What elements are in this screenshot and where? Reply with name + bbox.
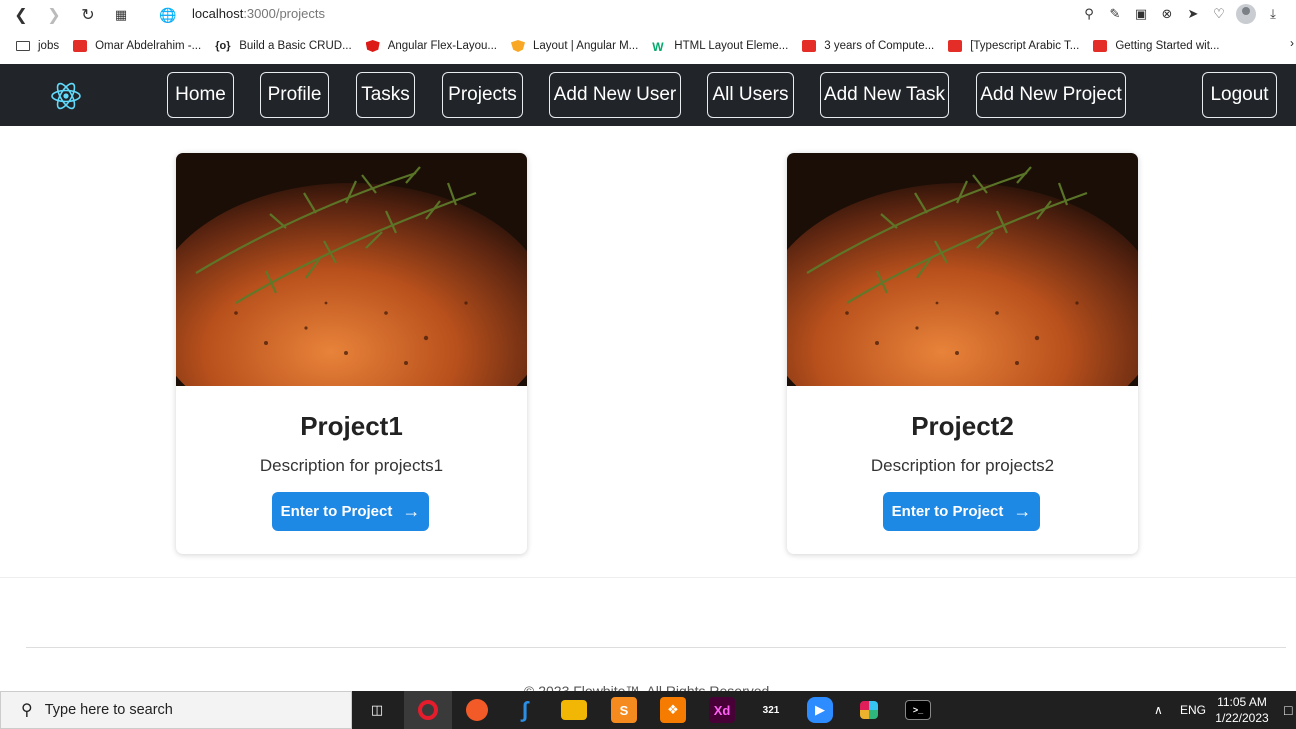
enter-project-label: Enter to Project [280,503,393,520]
clock-time: 11:05 AM [1217,695,1267,709]
arrow-right-icon: → [402,501,421,521]
bookmark-item[interactable]: Getting Started wit... [1093,40,1220,52]
bookmark-item[interactable]: [Typescript Arabic T... [948,40,1079,52]
code-icon: {o} [215,40,231,52]
bookmarks-bar: jobs Omar Abdelrahim -... {o} Build a Bas… [0,34,1296,58]
zoom-app-icon[interactable]: ▶ [807,697,833,723]
send-icon[interactable]: ➤ [1184,5,1202,23]
bookmark-label: [Typescript Arabic T... [970,40,1080,52]
xampp-icon[interactable]: ❖ [660,697,686,723]
logout-button[interactable]: Logout [1202,72,1277,118]
nav-projects-button[interactable]: Projects [442,72,523,118]
vscode-icon[interactable]: ∫ [512,697,538,723]
share-icon[interactable]: ✎ [1106,5,1124,23]
angular-icon [365,40,380,52]
project-title: Project2 [911,411,1014,441]
enter-project-button[interactable]: Enter to Project → [883,492,1040,531]
nav-add-new-project-button[interactable]: Add New Project [976,72,1126,118]
notification-icon[interactable]: □ [1284,691,1292,729]
bookmark-item[interactable]: Omar Abdelrahim -... [73,40,201,52]
heart-icon[interactable]: ♡ [1210,5,1228,23]
w3schools-icon: W [652,40,664,54]
profile-avatar[interactable] [1236,4,1256,24]
clock-date: 1/22/2023 [1215,711,1269,725]
youtube-icon [1093,40,1108,52]
calendar-app-icon[interactable]: 321 [758,697,784,723]
youtube-icon [73,40,88,52]
bookmark-item[interactable]: jobs [16,40,59,52]
youtube-icon [802,40,817,52]
bookmark-item[interactable]: W HTML Layout Eleme... [652,40,789,54]
download-icon[interactable]: ⤓ [1264,5,1282,23]
forward-icon[interactable]: ❯ [43,4,65,26]
tray-chevron-icon[interactable]: ∧ [1154,691,1163,729]
bookmark-label: Getting Started wit... [1115,40,1220,52]
bookmark-label: Build a Basic CRUD... [239,40,352,52]
project-description: Description for projects1 [259,456,444,475]
react-logo-icon[interactable] [50,80,82,112]
footer-divider [26,647,1286,648]
sublime-text-icon[interactable]: S [611,697,637,723]
adobe-xd-icon[interactable]: Xd [709,697,735,723]
bookmark-item[interactable]: 3 years of Compute... [802,40,934,52]
zoom-icon[interactable]: ⚲ [1080,5,1098,23]
bookmark-label: jobs [38,40,60,52]
nav-add-new-task-button[interactable]: Add New Task [820,72,949,118]
enter-project-button[interactable]: Enter to Project → [272,492,429,531]
project-image [176,153,527,386]
bookmark-item[interactable]: Layout | Angular M... [511,40,638,52]
project-card: Project1 Description for projects1 Enter… [176,153,527,554]
nav-tasks-button[interactable]: Tasks [356,72,415,118]
bookmark-label: Omar Abdelrahim -... [95,40,202,52]
nav-home-button[interactable]: Home [167,72,234,118]
globe-icon: 🌐 [159,6,177,23]
reload-icon[interactable]: ↻ [77,4,99,26]
paint-app-icon[interactable] [464,697,490,723]
bookmarks-more-icon[interactable]: › [1290,36,1294,50]
block-icon[interactable]: ⊗ [1158,5,1176,23]
bookmark-item[interactable]: {o} Build a Basic CRUD... [215,40,351,52]
youtube-icon [948,40,963,52]
task-view-icon[interactable]: ◫ [364,697,390,723]
project-title: Project1 [300,411,403,441]
address-bar[interactable]: localhost:3000/projects [192,6,325,21]
url-host: localhost [192,6,244,21]
slack-icon[interactable] [856,697,882,723]
terminal-icon[interactable]: >_ [905,700,931,720]
search-icon: ⚲ [21,702,33,719]
tabs-grid-icon[interactable]: ▦ [110,4,132,26]
shield-icon [511,40,525,52]
project-description: Description for projects2 [870,456,1055,475]
nav-all-users-button[interactable]: All Users [707,72,794,118]
bookmark-label: HTML Layout Eleme... [674,40,789,52]
bookmark-label: Layout | Angular M... [533,40,639,52]
nav-profile-button[interactable]: Profile [260,72,329,118]
taskbar-clock[interactable]: 11:05 AM 1/22/2023 [1212,694,1272,726]
arrow-right-icon: → [1013,501,1032,521]
bookmark-item[interactable]: Angular Flex-Layou... [365,40,497,52]
enter-project-label: Enter to Project [891,503,1004,520]
file-explorer-icon[interactable] [561,700,587,720]
browser-chrome: ❮ ❯ ↻ ▦ 🌐 localhost:3000/projects ⚲ ✎ ▣ … [0,0,1296,64]
project-image [787,153,1138,386]
nav-add-new-user-button[interactable]: Add New User [549,72,681,118]
bookmark-label: Angular Flex-Layou... [387,40,497,52]
search-placeholder: Type here to search [44,702,173,718]
language-indicator[interactable]: ENG [1180,691,1206,729]
project-card: Project2 Description for projects2 Enter… [787,153,1138,554]
back-icon[interactable]: ❮ [10,4,32,26]
section-divider [0,577,1296,578]
camera-icon[interactable]: ▣ [1132,5,1150,23]
folder-icon [16,41,30,51]
opera-icon[interactable] [415,697,441,723]
url-path: :3000/projects [243,6,325,21]
taskbar-search[interactable]: ⚲ Type here to search [0,691,352,729]
bookmark-label: 3 years of Compute... [824,40,935,52]
